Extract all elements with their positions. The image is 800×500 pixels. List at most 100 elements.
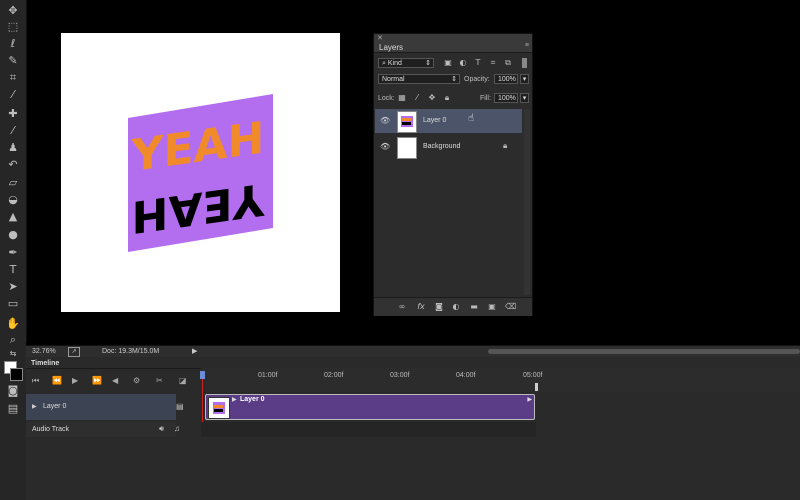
share-icon[interactable]: ↗	[68, 347, 80, 357]
horizontal-scrollbar[interactable]	[488, 349, 800, 354]
folder-icon[interactable]: ▬	[469, 302, 479, 312]
layer-row[interactable]: 👁︎ Background 🔒︎	[375, 135, 522, 159]
zoom-level[interactable]: 32.76%	[32, 348, 56, 355]
mask-icon[interactable]: ◙	[434, 302, 444, 312]
layer-thumbnail	[397, 137, 417, 159]
opacity-dropdown[interactable]: ▾	[520, 74, 529, 84]
chevron-down-icon: ⇕	[451, 76, 457, 83]
move-tool-icon[interactable]: ✥	[3, 3, 23, 18]
split-scissors-icon[interactable]: ✂	[156, 376, 163, 385]
eye-icon[interactable]: 👁︎	[380, 142, 390, 151]
clip-menu-icon[interactable]: ▶	[527, 396, 532, 403]
video-clip[interactable]: ▶ Layer 0 ▶	[205, 394, 535, 420]
status-menu-arrow-icon[interactable]: ▶	[192, 347, 197, 355]
chevron-down-icon: ⇕	[425, 60, 431, 67]
layer-row[interactable]: 👁︎ Layer 0 ☝	[375, 109, 522, 133]
layers-panel-header[interactable]: ✕ Layers ≡	[374, 34, 532, 53]
fx-icon[interactable]: fx	[416, 302, 426, 312]
paint-bucket-tool-icon[interactable]: ◒	[3, 192, 23, 207]
blend-mode-value: Normal	[382, 76, 405, 83]
blur-tool-icon[interactable]: ▲	[3, 209, 23, 224]
blend-mode-dropdown[interactable]: Normal ⇕	[378, 74, 460, 84]
layer-filter-row: ⌕ Kind ⇕ ▣ ◐ T ⌗ ⧉	[374, 56, 532, 70]
layer-name[interactable]: Layer 0	[423, 117, 446, 124]
expand-arrow-icon[interactable]: ▶	[32, 403, 37, 410]
quick-select-tool-icon[interactable]: ✎	[3, 53, 23, 68]
close-panel-icon[interactable]: ✕	[377, 34, 383, 42]
track-header-audio[interactable]: Audio Track 🔊︎ ♫	[26, 422, 180, 437]
opacity-field[interactable]: 100%	[494, 74, 518, 84]
opacity-label: Opacity:	[464, 76, 490, 83]
speaker-icon[interactable]: 🔊︎	[159, 424, 164, 434]
clip-thumbnail	[208, 397, 230, 419]
brush-tool-icon[interactable]: ⁄	[3, 123, 23, 138]
time-tick: 01:00f	[258, 372, 278, 379]
lock-all-icon[interactable]: 🔒︎	[442, 93, 452, 103]
doc-size: Doc: 19.3M/15.0M	[102, 348, 160, 355]
audio-icon[interactable]: ◀	[112, 376, 118, 385]
first-frame-icon[interactable]: ⏮	[32, 376, 39, 386]
lock-image-icon[interactable]: ⁄	[412, 93, 422, 103]
document-canvas[interactable]: YEAH YEAH	[61, 33, 340, 312]
default-colors-icon[interactable]: ⇆	[3, 346, 23, 361]
type-tool-icon[interactable]: T	[3, 262, 23, 277]
path-select-tool-icon[interactable]: ➤	[3, 279, 23, 294]
play-icon[interactable]: ▶	[72, 376, 78, 385]
hand-tool-icon[interactable]: ✋	[3, 316, 23, 331]
filter-smart-object-icon[interactable]: ⧉	[503, 58, 513, 68]
healing-tool-icon[interactable]: ✚	[3, 106, 23, 121]
transition-icon[interactable]: ◪	[179, 376, 187, 385]
history-brush-tool-icon[interactable]: ↶	[3, 157, 23, 172]
layer-filter-dropdown[interactable]: ⌕ Kind ⇕	[378, 58, 434, 68]
lock-position-icon[interactable]: ✥	[427, 93, 437, 103]
layer-name[interactable]: Background	[423, 143, 460, 150]
tools-panel: ✥ ⬚ ℓ ✎ ⌗ ⁄ ✚ ⁄ ♟ ↶ ▱ ◒ ▲ ● ✒ T ➤ ▭ ✋ ⌕	[0, 0, 27, 346]
eye-icon[interactable]: 👁︎	[380, 116, 390, 125]
next-frame-icon[interactable]: ⏩	[92, 376, 102, 385]
adjustment-icon[interactable]: ◐	[451, 302, 461, 312]
music-note-icon[interactable]: ♫	[174, 424, 180, 433]
film-strip-icon[interactable]: ▤	[176, 402, 184, 411]
audio-track-lane[interactable]	[201, 422, 536, 437]
time-ruler[interactable]	[201, 368, 800, 392]
filter-toggle[interactable]	[522, 58, 527, 68]
screen-mode-icon[interactable]: ▤	[3, 401, 23, 416]
new-layer-icon[interactable]: ▣	[487, 302, 497, 312]
time-tick: 03:00f	[390, 372, 410, 379]
link-icon[interactable]: ∞	[397, 302, 407, 312]
prev-frame-icon[interactable]: ⏪	[52, 376, 62, 385]
fill-field[interactable]: 100%	[494, 93, 518, 103]
quick-mask-icon[interactable]: ◙	[3, 383, 23, 398]
stamp-tool-icon[interactable]: ♟	[3, 140, 23, 155]
filter-shape-icon[interactable]: ⌗	[488, 58, 498, 68]
lasso-tool-icon[interactable]: ℓ	[3, 36, 23, 51]
settings-gear-icon[interactable]: ⚙	[133, 376, 140, 385]
crop-tool-icon[interactable]: ⌗	[3, 70, 23, 85]
timeline-title: Timeline	[31, 360, 60, 367]
panel-menu-icon[interactable]: ≡	[525, 42, 529, 49]
pen-tool-icon[interactable]: ✒	[3, 245, 23, 260]
blend-row: Normal ⇕ Opacity: 100% ▾	[374, 72, 532, 86]
filter-adjustment-icon[interactable]: ◐	[458, 58, 468, 68]
track-name: Layer 0	[43, 403, 67, 410]
layer-thumbnail	[397, 111, 417, 133]
track-header-layer0[interactable]: ▶ Layer 0 ▤	[26, 394, 184, 420]
layers-panel: ✕ Layers ≡ ⌕ Kind ⇕ ▣ ◐ T ⌗ ⧉ Normal ⇕ O…	[373, 33, 533, 316]
filter-type-icon[interactable]: T	[473, 58, 483, 68]
layers-scrollbar[interactable]	[524, 109, 530, 295]
fill-dropdown[interactable]: ▾	[520, 93, 529, 103]
track-name: Audio Track	[32, 426, 69, 433]
playhead-handle[interactable]	[200, 371, 205, 379]
eraser-tool-icon[interactable]: ▱	[3, 175, 23, 190]
marquee-tool-icon[interactable]: ⬚	[3, 19, 23, 34]
background-color-swatch[interactable]	[10, 368, 23, 381]
eyedropper-tool-icon[interactable]: ⁄	[3, 87, 23, 102]
dodge-tool-icon[interactable]: ●	[3, 227, 23, 242]
work-area-end-handle[interactable]	[535, 383, 538, 391]
layer-lock-icon: 🔒︎	[503, 141, 508, 150]
filter-pixel-icon[interactable]: ▣	[443, 58, 453, 68]
trash-icon[interactable]: ⌫	[505, 302, 516, 312]
shape-tool-icon[interactable]: ▭	[3, 296, 23, 311]
clip-expand-icon[interactable]: ▶	[232, 396, 237, 403]
lock-transparent-icon[interactable]: ▦	[397, 93, 407, 103]
